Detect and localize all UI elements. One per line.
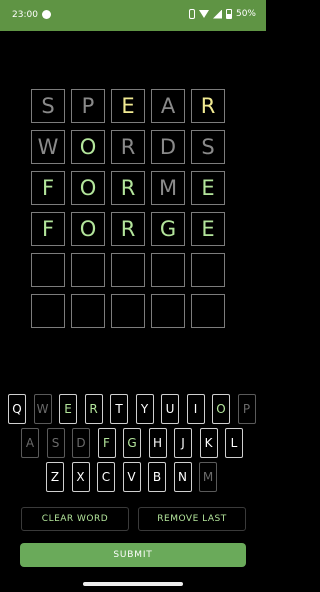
- bluetooth-icon: [188, 9, 195, 19]
- grid-cell: [151, 294, 185, 328]
- key-g[interactable]: G: [123, 428, 141, 458]
- key-c[interactable]: C: [97, 462, 115, 492]
- key-m[interactable]: M: [199, 462, 217, 492]
- grid-row: FORME: [31, 171, 225, 205]
- key-y[interactable]: Y: [135, 394, 154, 424]
- key-a[interactable]: A: [21, 428, 39, 458]
- key-f[interactable]: F: [97, 428, 116, 458]
- grid-cell: [71, 294, 105, 328]
- key-u[interactable]: U: [161, 394, 179, 424]
- key-z[interactable]: Z: [46, 462, 64, 492]
- key-i[interactable]: I: [186, 394, 205, 424]
- cell-signal-icon: [212, 9, 222, 19]
- grid-cell: [31, 294, 65, 328]
- grid-cell: E: [191, 212, 225, 246]
- grid-cell: S: [31, 89, 65, 123]
- grid-row: FORGE: [31, 212, 225, 246]
- key-e[interactable]: E: [59, 394, 77, 424]
- keyboard-row-3: ZXCVBNM: [0, 462, 266, 496]
- status-time: 23:00: [12, 10, 38, 20]
- key-o[interactable]: O: [212, 394, 230, 424]
- key-h[interactable]: H: [148, 428, 167, 458]
- key-l[interactable]: L: [225, 428, 243, 458]
- key-w[interactable]: W: [33, 394, 52, 424]
- key-p[interactable]: P: [237, 394, 256, 424]
- grid-cell: R: [111, 130, 145, 164]
- grid-cell: E: [191, 171, 225, 205]
- key-q[interactable]: Q: [8, 394, 26, 424]
- grid-cell: R: [111, 212, 145, 246]
- remove-last-button[interactable]: REMOVE LAST: [138, 507, 246, 531]
- key-r[interactable]: R: [84, 394, 103, 424]
- key-d[interactable]: D: [72, 428, 90, 458]
- grid-cell: S: [191, 130, 225, 164]
- grid-row: SPEAR: [31, 89, 225, 123]
- grid-cell: W: [31, 130, 65, 164]
- keyboard: QWERTYUIOP ASDFGHJKL ZXCVBNM: [0, 394, 266, 496]
- grid-cell: F: [31, 212, 65, 246]
- key-x[interactable]: X: [71, 462, 90, 492]
- battery-icon: [225, 9, 232, 19]
- grid-cell: E: [111, 89, 145, 123]
- status-bar: 23:00 50%: [0, 0, 266, 31]
- grid-cell: O: [71, 212, 105, 246]
- grid-cell: [191, 253, 225, 287]
- grid-row: [31, 253, 225, 287]
- key-t[interactable]: T: [110, 394, 128, 424]
- submit-button[interactable]: SUBMIT: [20, 543, 246, 567]
- grid-cell: M: [151, 171, 185, 205]
- key-s[interactable]: S: [46, 428, 65, 458]
- grid-cell: [191, 294, 225, 328]
- grid-row: WORDS: [31, 130, 225, 164]
- keyboard-row-1: QWERTYUIOP: [0, 394, 266, 428]
- battery-percent: 50%: [235, 9, 256, 19]
- grid-cell: G: [151, 212, 185, 246]
- key-j[interactable]: J: [174, 428, 192, 458]
- clear-word-button[interactable]: CLEAR WORD: [21, 507, 129, 531]
- notification-icon: [42, 10, 51, 19]
- grid-cell: [151, 253, 185, 287]
- grid-cell: F: [31, 171, 65, 205]
- grid-cell: [111, 253, 145, 287]
- grid-cell: O: [71, 171, 105, 205]
- key-b[interactable]: B: [148, 462, 166, 492]
- grid-cell: [111, 294, 145, 328]
- status-icons: 50%: [188, 9, 256, 19]
- grid-cell: O: [71, 130, 105, 164]
- wifi-icon: [198, 10, 209, 18]
- guess-grid: SPEARWORDSFORMEFORGE: [31, 89, 225, 335]
- grid-cell: [71, 253, 105, 287]
- grid-cell: R: [191, 89, 225, 123]
- key-k[interactable]: K: [199, 428, 218, 458]
- grid-cell: P: [71, 89, 105, 123]
- grid-row: [31, 294, 225, 328]
- grid-cell: A: [151, 89, 185, 123]
- grid-cell: R: [111, 171, 145, 205]
- grid-cell: [31, 253, 65, 287]
- keyboard-row-2: ASDFGHJKL: [0, 428, 266, 462]
- home-indicator[interactable]: [83, 582, 183, 586]
- key-v[interactable]: V: [122, 462, 141, 492]
- grid-cell: D: [151, 130, 185, 164]
- key-n[interactable]: N: [173, 462, 192, 492]
